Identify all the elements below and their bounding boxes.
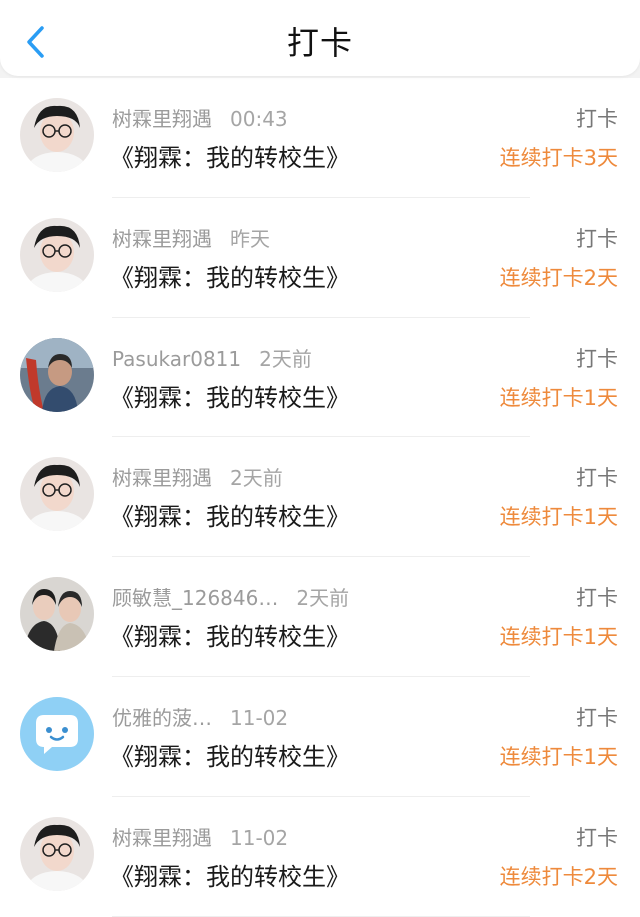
book-title[interactable]: 《翔霖：我的转校生》 xyxy=(110,617,350,652)
post-time: 00:43 xyxy=(230,107,288,131)
book-title[interactable]: 《翔霖：我的转校生》 xyxy=(110,737,350,772)
item-meta: 树霖里翔遇 00:43 xyxy=(112,103,288,132)
book-title[interactable]: 《翔霖：我的转校生》 xyxy=(110,258,350,293)
avatar[interactable] xyxy=(20,577,94,652)
checkin-label: 打卡 xyxy=(576,586,618,611)
user-name[interactable]: Pasukar0811 xyxy=(112,347,241,371)
post-time: 2天前 xyxy=(259,346,312,371)
streak-label: 连续打卡1天 xyxy=(499,385,618,410)
user-name[interactable]: 树霖里翔遇 xyxy=(112,466,212,490)
checkin-label: 打卡 xyxy=(576,107,618,131)
streak-label: 连续打卡3天 xyxy=(499,146,618,170)
user-name[interactable]: 顾敏慧_126846… xyxy=(112,586,278,610)
user-name[interactable]: 树霖里翔遇 xyxy=(112,107,212,131)
top-bar: 打卡 xyxy=(0,0,640,76)
item-meta: 优雅的菠… 11-02 xyxy=(112,702,288,731)
list-item[interactable]: 树霖里翔遇 昨天 《翔霖：我的转校生》 打卡 连续打卡2天 xyxy=(0,198,640,318)
list-item[interactable]: 树霖里翔遇 11-02 《翔霖：我的转校生》 打卡 连续打卡2天 xyxy=(0,797,640,917)
streak-label: 连续打卡2天 xyxy=(499,265,618,290)
streak-label: 连续打卡1天 xyxy=(499,744,618,769)
checkin-label: 打卡 xyxy=(576,226,618,251)
item-meta: Pasukar0811 2天前 xyxy=(112,343,312,372)
streak-label: 连续打卡2天 xyxy=(499,864,618,889)
item-meta: 顾敏慧_126846… 2天前 xyxy=(112,582,349,611)
avatar[interactable] xyxy=(20,98,94,172)
page-title: 打卡 xyxy=(286,24,353,62)
checkin-label: 打卡 xyxy=(576,705,618,730)
book-title[interactable]: 《翔霖：我的转校生》 xyxy=(110,857,350,892)
avatar[interactable] xyxy=(20,816,94,891)
item-meta: 树霖里翔遇 昨天 xyxy=(112,223,270,252)
list-item[interactable]: 顾敏慧_126846… 2天前 《翔霖：我的转校生》 打卡 连续打卡1天 xyxy=(0,557,640,677)
post-time: 11-02 xyxy=(230,825,289,850)
post-time: 11-02 xyxy=(230,705,289,730)
avatar[interactable] xyxy=(20,696,94,771)
user-name[interactable]: 优雅的菠… xyxy=(112,706,212,730)
book-title[interactable]: 《翔霖：我的转校生》 xyxy=(110,378,350,413)
checkin-label: 打卡 xyxy=(576,825,618,850)
post-time: 2天前 xyxy=(230,466,283,491)
chat-bubble-icon xyxy=(20,696,94,771)
book-title[interactable]: 《翔霖：我的转校生》 xyxy=(110,497,350,532)
post-time: 昨天 xyxy=(230,226,270,251)
avatar[interactable] xyxy=(20,217,94,292)
list-item[interactable]: 优雅的菠… 11-02 《翔霖：我的转校生》 打卡 连续打卡1天 xyxy=(0,677,640,797)
checkin-label: 打卡 xyxy=(576,346,618,371)
user-name[interactable]: 树霖里翔遇 xyxy=(112,227,212,251)
book-title[interactable]: 《翔霖：我的转校生》 xyxy=(110,138,350,173)
list-item[interactable]: Pasukar0811 2天前 《翔霖：我的转校生》 打卡 连续打卡1天 xyxy=(0,318,640,438)
avatar[interactable] xyxy=(20,337,94,412)
checkin-label: 打卡 xyxy=(576,466,618,491)
streak-label: 连续打卡1天 xyxy=(499,625,618,650)
item-meta: 树霖里翔遇 11-02 xyxy=(112,822,288,851)
list-item[interactable]: 树霖里翔遇 2天前 《翔霖：我的转校生》 打卡 连续打卡1天 xyxy=(0,437,640,557)
avatar[interactable] xyxy=(20,457,94,532)
checkin-list: 树霖里翔遇 00:43 《翔霖：我的转校生》 打卡 连续打卡3天 树霖里翔遇 昨天 … xyxy=(0,78,640,917)
list-item[interactable]: 树霖里翔遇 00:43 《翔霖：我的转校生》 打卡 连续打卡3天 xyxy=(0,78,640,198)
streak-label: 连续打卡1天 xyxy=(499,505,618,530)
user-name[interactable]: 树霖里翔遇 xyxy=(112,826,212,850)
post-time: 2天前 xyxy=(296,586,350,611)
item-meta: 树霖里翔遇 2天前 xyxy=(112,462,283,491)
